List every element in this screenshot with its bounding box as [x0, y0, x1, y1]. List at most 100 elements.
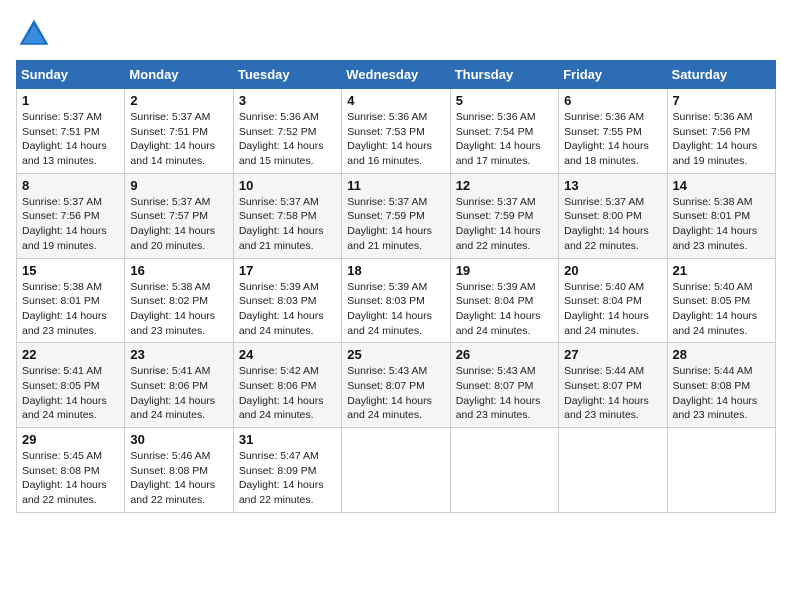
calendar-cell: 29Sunrise: 5:45 AM Sunset: 8:08 PM Dayli… [17, 428, 125, 513]
day-info: Sunrise: 5:37 AM Sunset: 7:59 PM Dayligh… [456, 195, 553, 254]
calendar-cell: 25 Sunrise: 5:43 AM Sunset: 8:07 PM Dayli… [342, 343, 450, 428]
header [16, 16, 776, 52]
calendar-cell: 15 Sunrise: 5:38 AM Sunset: 8:01 PM Dayli… [17, 258, 125, 343]
day-number: 8 [22, 178, 119, 193]
header-monday: Monday [125, 61, 233, 89]
calendar-cell: 14 Sunrise: 5:38 AM Sunset: 8:01 PM Dayli… [667, 173, 775, 258]
calendar-cell: 9Sunrise: 5:37 AM Sunset: 7:57 PM Daylig… [125, 173, 233, 258]
day-info: Sunrise: 5:36 AM Sunset: 7:53 PM Dayligh… [347, 110, 444, 169]
day-number: 11 [347, 178, 444, 193]
day-info: Sunrise: 5:36 AM Sunset: 7:56 PM Dayligh… [673, 110, 770, 169]
calendar-week-2: 8 Sunrise: 5:37 AM Sunset: 7:56 PM Daylig… [17, 173, 776, 258]
calendar-cell: 31 Sunrise: 5:47 AM Sunset: 8:09 PM Dayli… [233, 428, 341, 513]
day-number: 5 [456, 93, 553, 108]
day-number: 17 [239, 263, 336, 278]
calendar-cell: 12 Sunrise: 5:37 AM Sunset: 7:59 PM Dayli… [450, 173, 558, 258]
header-thursday: Thursday [450, 61, 558, 89]
day-info: Sunrise: 5:37 AM Sunset: 8:00 PM Dayligh… [564, 195, 661, 254]
calendar-week-3: 15 Sunrise: 5:38 AM Sunset: 8:01 PM Dayli… [17, 258, 776, 343]
header-friday: Friday [559, 61, 667, 89]
day-info: Sunrise: 5:37 AM Sunset: 7:59 PM Dayligh… [347, 195, 444, 254]
day-info: Sunrise: 5:40 AM Sunset: 8:04 PM Dayligh… [564, 280, 661, 339]
day-number: 26 [456, 347, 553, 362]
day-info: Sunrise: 5:36 AM Sunset: 7:52 PM Dayligh… [239, 110, 336, 169]
day-number: 16 [130, 263, 227, 278]
day-info: Sunrise: 5:37 AM Sunset: 7:51 PM Dayligh… [130, 110, 227, 169]
header-sunday: Sunday [17, 61, 125, 89]
calendar-cell: 5 Sunrise: 5:36 AM Sunset: 7:54 PM Daylig… [450, 89, 558, 174]
day-number: 15 [22, 263, 119, 278]
day-info: Sunrise: 5:37 AM Sunset: 7:56 PM Dayligh… [22, 195, 119, 254]
calendar-cell: 23 Sunrise: 5:41 AM Sunset: 8:06 PM Dayli… [125, 343, 233, 428]
day-info: Sunrise: 5:44 AM Sunset: 8:08 PM Dayligh… [673, 364, 770, 423]
day-info: Sunrise: 5:43 AM Sunset: 8:07 PM Dayligh… [347, 364, 444, 423]
day-number: 6 [564, 93, 661, 108]
day-info: Sunrise: 5:39 AM Sunset: 8:03 PM Dayligh… [347, 280, 444, 339]
calendar-cell: 18 Sunrise: 5:39 AM Sunset: 8:03 PM Dayli… [342, 258, 450, 343]
day-info: Sunrise: 5:37 AM Sunset: 7:57 PM Dayligh… [130, 195, 227, 254]
calendar-cell: 20 Sunrise: 5:40 AM Sunset: 8:04 PM Dayli… [559, 258, 667, 343]
calendar-cell [667, 428, 775, 513]
day-number: 22 [22, 347, 119, 362]
calendar-cell: 11 Sunrise: 5:37 AM Sunset: 7:59 PM Dayli… [342, 173, 450, 258]
calendar-cell: 30 Sunrise: 5:46 AM Sunset: 8:08 PM Dayli… [125, 428, 233, 513]
header-tuesday: Tuesday [233, 61, 341, 89]
calendar-week-5: 29Sunrise: 5:45 AM Sunset: 8:08 PM Dayli… [17, 428, 776, 513]
calendar-cell: 28 Sunrise: 5:44 AM Sunset: 8:08 PM Dayli… [667, 343, 775, 428]
day-info: Sunrise: 5:40 AM Sunset: 8:05 PM Dayligh… [673, 280, 770, 339]
calendar-cell: 3 Sunrise: 5:36 AM Sunset: 7:52 PM Daylig… [233, 89, 341, 174]
day-number: 30 [130, 432, 227, 447]
day-info: Sunrise: 5:41 AM Sunset: 8:05 PM Dayligh… [22, 364, 119, 423]
day-number: 7 [673, 93, 770, 108]
logo-icon [16, 16, 52, 52]
day-number: 4 [347, 93, 444, 108]
calendar-cell: 7 Sunrise: 5:36 AM Sunset: 7:56 PM Daylig… [667, 89, 775, 174]
calendar-cell: 17 Sunrise: 5:39 AM Sunset: 8:03 PM Dayli… [233, 258, 341, 343]
calendar-cell [450, 428, 558, 513]
day-number: 25 [347, 347, 444, 362]
day-number: 3 [239, 93, 336, 108]
day-info: Sunrise: 5:38 AM Sunset: 8:01 PM Dayligh… [22, 280, 119, 339]
day-number: 23 [130, 347, 227, 362]
day-info: Sunrise: 5:42 AM Sunset: 8:06 PM Dayligh… [239, 364, 336, 423]
calendar-cell [342, 428, 450, 513]
day-info: Sunrise: 5:38 AM Sunset: 8:02 PM Dayligh… [130, 280, 227, 339]
header-wednesday: Wednesday [342, 61, 450, 89]
day-number: 20 [564, 263, 661, 278]
day-info: Sunrise: 5:44 AM Sunset: 8:07 PM Dayligh… [564, 364, 661, 423]
calendar-cell: 16 Sunrise: 5:38 AM Sunset: 8:02 PM Dayli… [125, 258, 233, 343]
day-info: Sunrise: 5:38 AM Sunset: 8:01 PM Dayligh… [673, 195, 770, 254]
header-saturday: Saturday [667, 61, 775, 89]
calendar-week-4: 22 Sunrise: 5:41 AM Sunset: 8:05 PM Dayli… [17, 343, 776, 428]
calendar-cell: 21 Sunrise: 5:40 AM Sunset: 8:05 PM Dayli… [667, 258, 775, 343]
day-number: 14 [673, 178, 770, 193]
day-number: 21 [673, 263, 770, 278]
day-number: 12 [456, 178, 553, 193]
day-number: 29 [22, 432, 119, 447]
day-number: 2 [130, 93, 227, 108]
day-info: Sunrise: 5:46 AM Sunset: 8:08 PM Dayligh… [130, 449, 227, 508]
calendar-cell: 22 Sunrise: 5:41 AM Sunset: 8:05 PM Dayli… [17, 343, 125, 428]
day-info: Sunrise: 5:36 AM Sunset: 7:55 PM Dayligh… [564, 110, 661, 169]
calendar-cell: 13 Sunrise: 5:37 AM Sunset: 8:00 PM Dayli… [559, 173, 667, 258]
day-number: 28 [673, 347, 770, 362]
day-number: 13 [564, 178, 661, 193]
calendar-table: SundayMondayTuesdayWednesdayThursdayFrid… [16, 60, 776, 513]
day-info: Sunrise: 5:37 AM Sunset: 7:58 PM Dayligh… [239, 195, 336, 254]
day-info: Sunrise: 5:39 AM Sunset: 8:03 PM Dayligh… [239, 280, 336, 339]
calendar-cell: 6 Sunrise: 5:36 AM Sunset: 7:55 PM Daylig… [559, 89, 667, 174]
calendar-header: SundayMondayTuesdayWednesdayThursdayFrid… [17, 61, 776, 89]
day-number: 18 [347, 263, 444, 278]
logo [16, 16, 56, 52]
day-info: Sunrise: 5:37 AM Sunset: 7:51 PM Dayligh… [22, 110, 119, 169]
calendar-cell: 19Sunrise: 5:39 AM Sunset: 8:04 PM Dayli… [450, 258, 558, 343]
day-info: Sunrise: 5:36 AM Sunset: 7:54 PM Dayligh… [456, 110, 553, 169]
day-number: 24 [239, 347, 336, 362]
calendar-cell [559, 428, 667, 513]
day-number: 10 [239, 178, 336, 193]
day-number: 31 [239, 432, 336, 447]
day-info: Sunrise: 5:41 AM Sunset: 8:06 PM Dayligh… [130, 364, 227, 423]
calendar-cell: 2 Sunrise: 5:37 AM Sunset: 7:51 PM Daylig… [125, 89, 233, 174]
calendar-cell: 10 Sunrise: 5:37 AM Sunset: 7:58 PM Dayli… [233, 173, 341, 258]
day-info: Sunrise: 5:47 AM Sunset: 8:09 PM Dayligh… [239, 449, 336, 508]
